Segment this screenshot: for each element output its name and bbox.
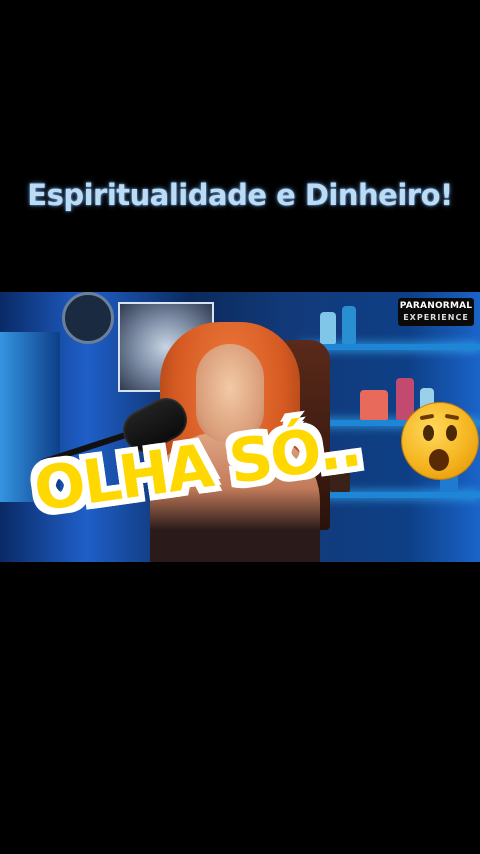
bottle <box>342 306 356 344</box>
wall-decoration <box>62 292 114 344</box>
emoji-mouth <box>429 449 449 471</box>
emoji-eye <box>446 425 457 441</box>
logo-text-bottom: EXPERIENCE <box>403 313 469 322</box>
video-title: Espiritualidade e Dinheiro! <box>27 178 453 212</box>
emoji-eye <box>423 425 434 441</box>
astonished-face-icon <box>402 403 478 479</box>
bottle <box>396 378 414 420</box>
bottle <box>320 312 336 344</box>
emoji-brow <box>419 413 435 421</box>
bottle <box>360 390 388 420</box>
logo-text-top: PARANORMAL <box>399 301 473 311</box>
emoji-brow <box>444 413 460 421</box>
channel-logo: PARANORMAL EXPERIENCE <box>398 298 474 326</box>
